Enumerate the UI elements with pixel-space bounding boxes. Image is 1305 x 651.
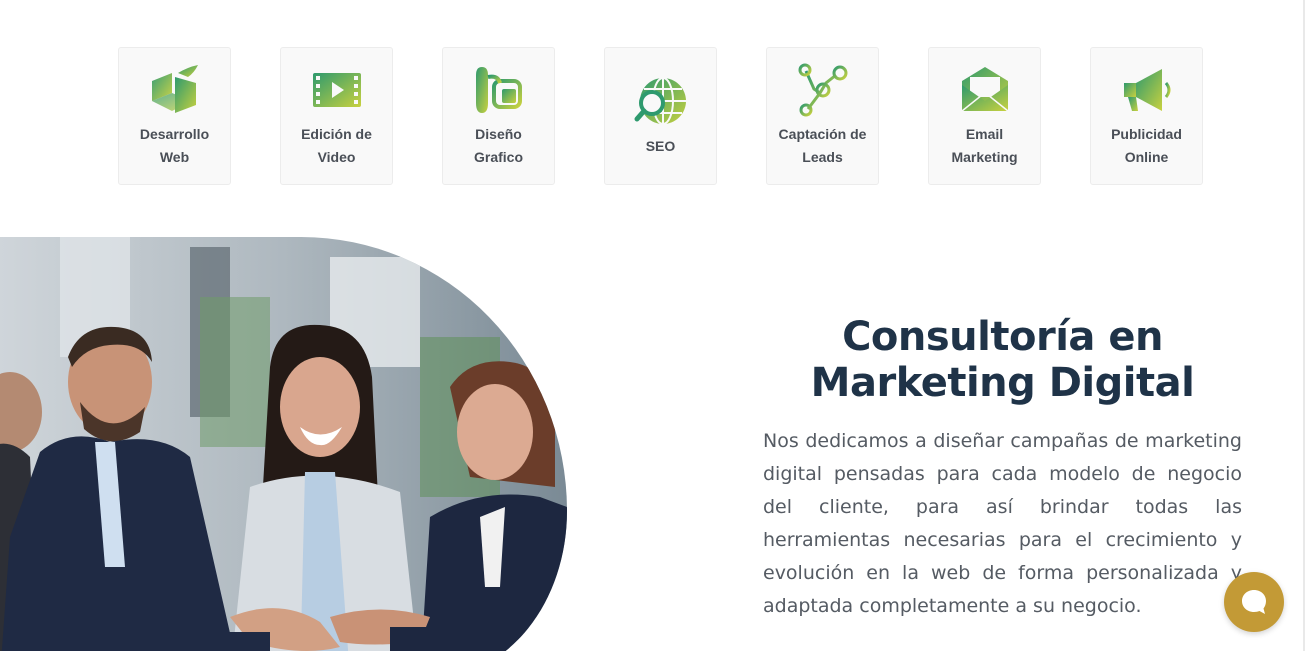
service-label: Email Marketing xyxy=(951,126,1018,165)
service-label: Desarrollo Web xyxy=(139,126,210,165)
cube-web-icon xyxy=(151,65,198,113)
services-row: Desarrollo Web Edición de Video Diseño G… xyxy=(118,47,1203,185)
service-label: Edición de Video xyxy=(301,126,372,165)
page: Desarrollo Web Edición de Video Diseño G… xyxy=(0,0,1305,651)
service-card-edicion-video[interactable]: Edición de Video xyxy=(280,47,393,185)
service-label: Publicidad Online xyxy=(1111,126,1182,165)
megaphone-icon xyxy=(1123,69,1170,111)
envelope-icon xyxy=(961,67,1008,112)
globe-search-icon xyxy=(634,76,686,125)
service-card-seo[interactable]: SEO xyxy=(604,47,717,185)
service-card-diseno-grafico[interactable]: Diseño Grafico xyxy=(442,47,555,185)
business-meeting-photo xyxy=(0,237,567,651)
chat-button[interactable] xyxy=(1224,572,1284,632)
section-description: Nos dedicamos a diseñar campañas de mark… xyxy=(763,430,1242,617)
film-strip-icon xyxy=(312,73,361,107)
service-label: Diseño Grafico xyxy=(473,126,523,165)
chat-bubble-icon xyxy=(1242,590,1266,614)
service-label: SEO xyxy=(645,137,676,154)
service-label: Captación de Leads xyxy=(778,126,867,165)
service-card-email-marketing[interactable]: Email Marketing xyxy=(928,47,1041,185)
section-title: Consultoría en Marketing Digital xyxy=(810,314,1195,406)
network-nodes-icon xyxy=(798,63,847,117)
design-tools-icon xyxy=(475,67,522,113)
service-card-captacion-leads[interactable]: Captación de Leads xyxy=(766,47,879,185)
service-card-desarrollo-web[interactable]: Desarrollo Web xyxy=(118,47,231,185)
service-card-publicidad-online[interactable]: Publicidad Online xyxy=(1090,47,1203,185)
